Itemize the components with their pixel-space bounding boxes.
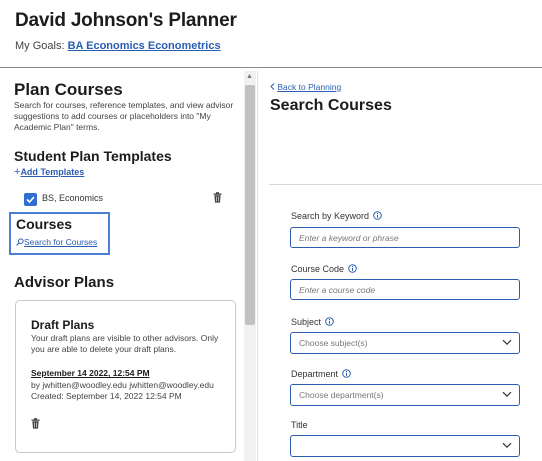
- plan-courses-description: Search for courses, reference templates,…: [14, 100, 234, 132]
- trash-icon[interactable]: [31, 418, 40, 429]
- keyword-label-text: Search by Keyword: [291, 211, 370, 221]
- course-code-label-text: Course Code: [291, 264, 345, 274]
- goals-label: My Goals:: [15, 40, 65, 52]
- draft-plan-author: by jwhitten@woodley.edu jwhitten@woodley…: [31, 380, 214, 390]
- title-select[interactable]: [290, 435, 520, 457]
- scrollbar-thumb[interactable]: [245, 85, 255, 325]
- plan-courses-panel: Plan Courses Search for courses, referen…: [0, 71, 258, 461]
- back-to-planning-link[interactable]: Back to Planning: [270, 82, 341, 92]
- chevron-down-icon: [502, 391, 512, 398]
- department-label: Department: [291, 369, 351, 379]
- title-label: Title: [291, 420, 308, 430]
- department-select-value: Choose department(s): [299, 390, 384, 400]
- search-courses-panel: Back to Planning Search Courses Search b…: [259, 71, 542, 461]
- template-label: BS, Economics: [42, 193, 104, 203]
- advisor-plans-title: Advisor Plans: [14, 274, 115, 291]
- info-icon[interactable]: [373, 211, 382, 220]
- plan-courses-title: Plan Courses: [14, 80, 123, 99]
- trash-icon[interactable]: [213, 192, 222, 203]
- scroll-up-arrow-icon[interactable]: ▲: [246, 73, 253, 80]
- course-code-label: Course Code: [291, 264, 357, 274]
- draft-plan-created: Created: September 14, 2022 12:54 PM: [31, 391, 182, 401]
- info-icon[interactable]: [325, 317, 334, 326]
- draft-plan-date-link[interactable]: September 14 2022, 12:54 PM: [31, 368, 150, 378]
- course-code-input[interactable]: Enter a course code: [290, 279, 520, 300]
- back-to-planning-label: Back to Planning: [277, 82, 342, 92]
- student-plan-templates-title: Student Plan Templates: [14, 148, 172, 164]
- title-label-text: Title: [291, 420, 308, 430]
- page-header: David Johnson's Planner My Goals: BA Eco…: [0, 0, 542, 68]
- draft-plans-description: Your draft plans are visible to other ad…: [31, 333, 219, 354]
- keyword-label: Search by Keyword: [291, 211, 382, 221]
- keyword-placeholder: Enter a keyword or phrase: [299, 233, 399, 243]
- course-code-placeholder: Enter a course code: [299, 285, 376, 295]
- courses-section-highlight: Courses Search for Courses: [9, 212, 110, 255]
- template-checkbox[interactable]: [24, 193, 37, 206]
- keyword-input[interactable]: Enter a keyword or phrase: [290, 227, 520, 248]
- chevron-down-icon: [502, 339, 512, 346]
- add-templates-link[interactable]: +Add Templates: [14, 166, 84, 178]
- subject-label: Subject: [291, 317, 334, 327]
- page-title: David Johnson's Planner: [15, 10, 237, 31]
- left-panel-scrollbar[interactable]: ▲: [244, 71, 256, 461]
- search-for-courses-label: Search for Courses: [24, 237, 98, 247]
- info-icon[interactable]: [348, 264, 357, 273]
- search-for-courses-link[interactable]: Search for Courses: [16, 237, 97, 247]
- section-divider: [269, 184, 542, 185]
- subject-select[interactable]: Choose subject(s): [290, 332, 520, 354]
- add-templates-label: Add Templates: [20, 167, 85, 177]
- plan-courses-content: Plan Courses Search for courses, referen…: [0, 71, 244, 461]
- chevron-down-icon: [502, 442, 512, 449]
- courses-title: Courses: [16, 216, 73, 232]
- info-icon[interactable]: [342, 369, 351, 378]
- department-select[interactable]: Choose department(s): [290, 384, 520, 406]
- draft-plans-card: Draft Plans Your draft plans are visible…: [15, 300, 236, 453]
- check-icon: [26, 196, 35, 204]
- template-item: BS, Economics: [24, 191, 224, 207]
- chevron-left-icon: [270, 83, 275, 90]
- draft-plans-title: Draft Plans: [31, 318, 95, 332]
- department-label-text: Department: [291, 369, 339, 379]
- goals-link[interactable]: BA Economics Econometrics: [68, 40, 221, 52]
- subject-label-text: Subject: [291, 317, 322, 327]
- subject-select-value: Choose subject(s): [299, 338, 368, 348]
- search-icon: [16, 238, 24, 246]
- goals-line: My Goals: BA Economics Econometrics: [15, 40, 221, 52]
- search-courses-title: Search Courses: [270, 97, 392, 114]
